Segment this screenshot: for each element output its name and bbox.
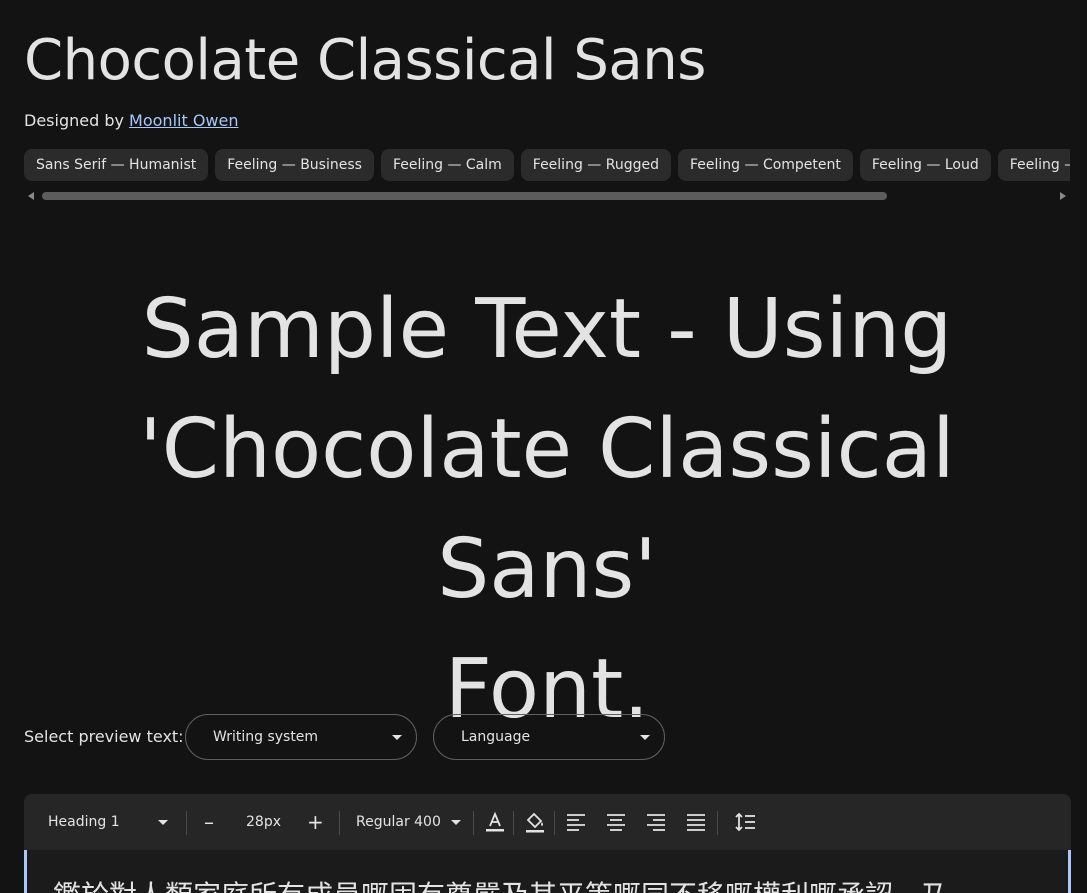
tag-chip-list: Sans Serif — Humanist Feeling — Business F… (24, 149, 1070, 181)
align-center-icon[interactable] (606, 812, 626, 832)
font-title: Chocolate Classical Sans (24, 28, 706, 93)
sample-line-2: 'Chocolate Classical Sans' (139, 402, 955, 617)
toolbar-divider (717, 811, 718, 835)
decrease-size-button[interactable]: – (204, 794, 214, 850)
align-left-icon[interactable] (566, 812, 586, 832)
scrollbar-thumb[interactable] (42, 192, 887, 200)
editor-text[interactable]: 鑑於對人類家庭所有成員嘅固有尊嚴及其平等嘅同不移嘅權利嘅承認，乃 (53, 874, 949, 893)
tag-chip-feeling-business[interactable]: Feeling — Business (215, 149, 374, 181)
toolbar-divider (473, 811, 474, 835)
increase-size-button[interactable]: + (307, 794, 324, 850)
toolbar-divider (186, 811, 187, 835)
tag-chip-sans-serif-humanist[interactable]: Sans Serif — Humanist (24, 149, 209, 181)
designed-by-label: Designed by (24, 111, 124, 130)
scroll-right-arrow-icon[interactable] (1060, 192, 1066, 200)
tag-chip-feeling-partial[interactable]: Feeling — S (997, 149, 1070, 181)
toolbar-divider (513, 811, 514, 835)
language-label: Language (461, 729, 531, 745)
scroll-left-arrow-icon[interactable] (28, 192, 34, 200)
preview-text-editor[interactable]: 鑑於對人類家庭所有成員嘅固有尊嚴及其平等嘅同不移嘅權利嘅承認，乃 (24, 850, 1071, 893)
editor-toolbar: Heading 1 – 28px + Regular 400 (24, 794, 1071, 850)
designer-line: Designed by Moonlit Owen (24, 111, 238, 130)
tag-chip-feeling-rugged[interactable]: Feeling — Rugged (520, 149, 671, 181)
preview-text-label: Select preview text: (24, 727, 184, 746)
language-select[interactable]: Language (433, 714, 665, 760)
toolbar-divider (339, 811, 340, 835)
chevron-down-icon (158, 819, 169, 825)
designer-link[interactable]: Moonlit Owen (129, 111, 238, 130)
text-style-select[interactable]: Heading 1 (48, 794, 169, 850)
chevron-down-icon (392, 735, 402, 740)
font-weight-select[interactable]: Regular 400 (356, 794, 462, 850)
writing-system-select[interactable]: Writing system (185, 714, 417, 760)
align-justify-icon[interactable] (686, 812, 706, 832)
text-style-label: Heading 1 (48, 814, 120, 830)
writing-system-label: Writing system (213, 729, 319, 745)
highlight-color-icon[interactable] (524, 810, 546, 833)
text-color-icon[interactable] (484, 811, 506, 833)
sample-text-preview: Sample Text - Using 'Chocolate Classical… (24, 270, 1070, 750)
chevron-down-icon (640, 735, 650, 740)
tag-chip-feeling-calm[interactable]: Feeling — Calm (380, 149, 514, 181)
align-right-icon[interactable] (646, 812, 666, 832)
line-height-icon[interactable] (734, 812, 756, 832)
tag-scrollbar[interactable] (24, 190, 1070, 202)
tag-chip-feeling-loud[interactable]: Feeling — Loud (859, 149, 991, 181)
chevron-down-icon (451, 819, 462, 825)
font-weight-label: Regular 400 (356, 814, 441, 830)
sample-line-1: Sample Text - Using (141, 282, 953, 377)
tag-chip-feeling-competent[interactable]: Feeling — Competent (677, 149, 853, 181)
toolbar-divider (554, 811, 555, 835)
font-size-value[interactable]: 28px (246, 794, 281, 850)
